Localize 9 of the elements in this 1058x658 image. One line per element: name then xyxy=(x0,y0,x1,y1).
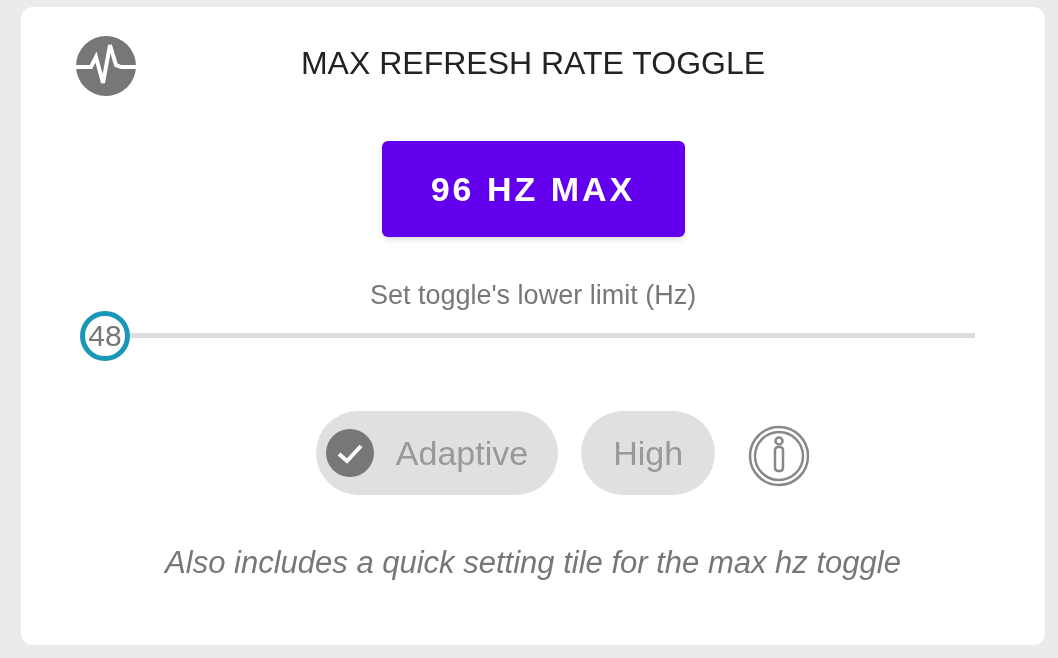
check-icon xyxy=(325,429,374,477)
slider[interactable]: 48 xyxy=(80,311,975,361)
slider-label: Set toggle's lower limit (Hz) xyxy=(369,279,697,312)
info-icon[interactable] xyxy=(748,425,811,487)
card-title: MAX REFRESH RATE TOGGLE xyxy=(300,44,766,83)
footnote-text: Also includes a quick setting tile for the max hz toggle xyxy=(165,544,901,582)
heartbeat-icon xyxy=(73,35,139,97)
refresh-rate-button[interactable]: 96 HZ MAX xyxy=(381,141,685,237)
slider-thumb[interactable]: 48 xyxy=(80,311,130,361)
